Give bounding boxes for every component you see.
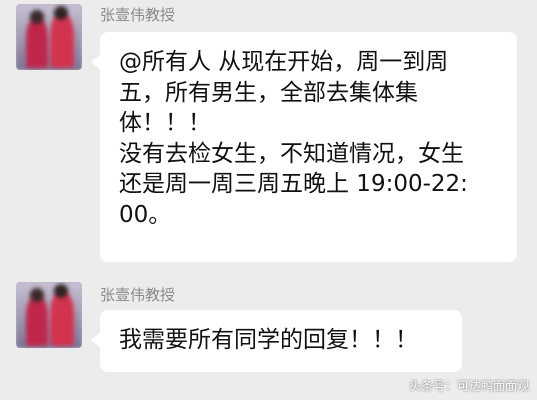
message-line: 五，所有男生，全部去集体集: [119, 79, 418, 106]
message-bubble[interactable]: @所有人 从现在开始，周一到周 五，所有男生，全部去集体集 体！！！ 没有去检女…: [91, 32, 517, 262]
message-line: 还是周一周三周五晚上 19:00-22:: [119, 171, 468, 197]
avatar[interactable]: [16, 282, 82, 348]
message-text: @所有人 从现在开始，周一到周 五，所有男生，全部去集体集 体！！！ 没有去检女…: [119, 47, 468, 230]
message-text: 我需要所有同学的回复！！！: [119, 325, 418, 356]
message-line: 00。: [119, 201, 172, 228]
message-line: 我需要所有同学的回复！！！: [119, 327, 418, 353]
message-line: @所有人 从现在开始，周一到周: [119, 49, 449, 75]
sender-name: 张壹伟教授: [100, 6, 176, 24]
sender-name: 张壹伟教授: [100, 286, 176, 304]
avatar[interactable]: [16, 4, 82, 70]
chat-message: 张壹伟教授 我需要所有同学的回复！！！: [0, 280, 537, 380]
message-bubble[interactable]: 我需要所有同学的回复！！！: [91, 310, 462, 372]
watermark: 头条号：可达鸭面面观: [408, 379, 529, 393]
message-line: 没有去检女生，不知道情况，女生: [119, 140, 464, 167]
message-line: 体！！！: [119, 110, 211, 136]
chat-message: 张壹伟教授 @所有人 从现在开始，周一到周 五，所有男生，全部去集体集 体！！！…: [0, 0, 537, 270]
